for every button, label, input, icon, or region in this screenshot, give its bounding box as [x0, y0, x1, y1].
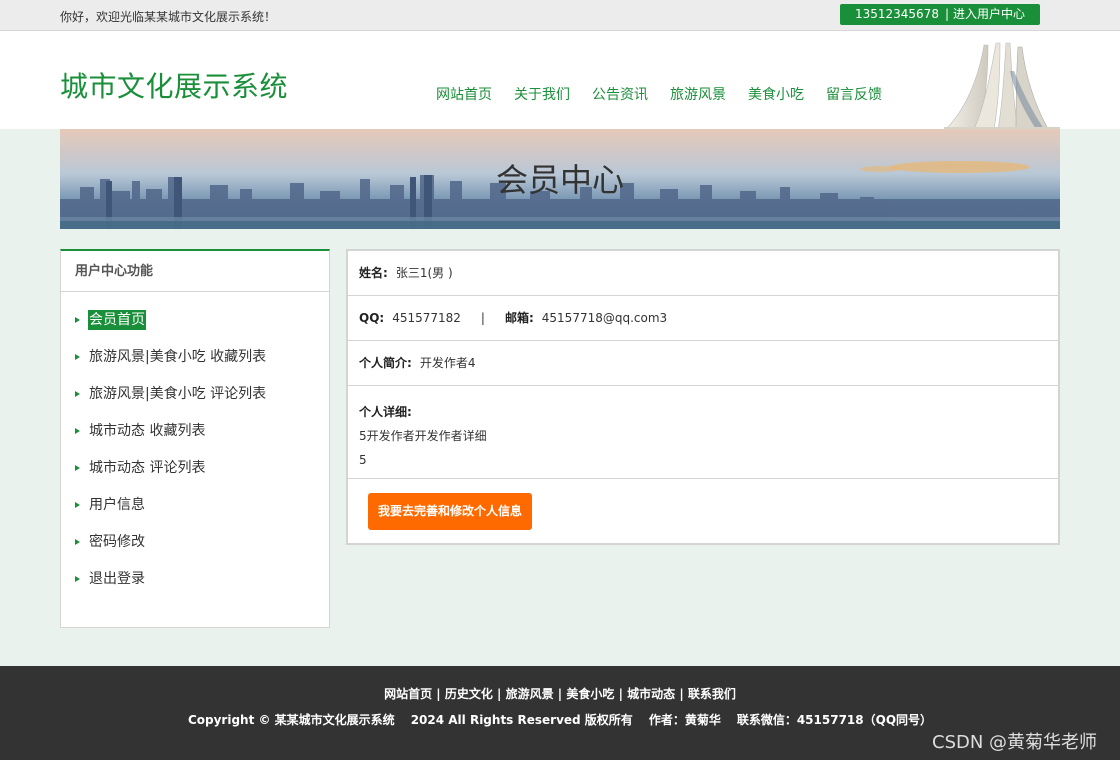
phone-number: 13512345678 — [854, 7, 939, 21]
top-bar: 你好，欢迎光临某某城市文化展示系统！ 13512345678 | 进入用户中心 — [0, 0, 1120, 31]
sidebar-item-change-password[interactable]: 密码修改 — [61, 532, 329, 569]
arrow-icon — [75, 539, 80, 545]
profile-panel: 姓名: 张三1(男 ) QQ: 451577182 | 邮箱: 45157718@qq.c… — [346, 249, 1060, 545]
sidebar-item-logout[interactable]: 退出登录 — [61, 569, 329, 606]
nav-home[interactable]: 网站首页 — [436, 84, 492, 104]
site-header: 城市文化展示系统 网站首页 关于我们 公告资讯 旅游风景 美食小吃 留言反馈 — [0, 31, 1120, 129]
footer-links: 网站首页 | 历史文化 | 旅游风景 | 美食小吃 | 城市动态 | 联系我们 — [384, 687, 736, 701]
sidebar-item-member-home[interactable]: 会员首页 — [61, 310, 329, 347]
arrow-icon — [75, 465, 80, 471]
user-center-sidebar: 用户中心功能 会员首页 旅游风景|美食小吃 收藏列表 旅游风景|美食小吃 评论列… — [60, 249, 330, 628]
detail-line-1: 5开发作者开发作者详细 — [359, 429, 487, 443]
banner-title: 会员中心 — [495, 161, 624, 199]
nav-food[interactable]: 美食小吃 — [748, 84, 804, 104]
footer-link-history[interactable]: 历史文化 — [445, 687, 493, 701]
wechat-text: 联系微信：45157718（QQ同号） — [736, 713, 933, 727]
csdn-watermark: CSDN @黄菊华老师 — [932, 732, 1098, 753]
detail-line-2: 5 — [359, 453, 367, 467]
sidebar-item-city-news-comments[interactable]: 城市动态 评论列表 — [61, 458, 329, 495]
rights-text: 2024 All Rights Reserved 版权所有 — [410, 713, 633, 727]
nav-feedback[interactable]: 留言反馈 — [826, 84, 882, 104]
profile-intro-row: 个人简介: 开发作者4 — [348, 341, 1058, 386]
sidebar-item-scenery-food-comments[interactable]: 旅游风景|美食小吃 评论列表 — [61, 384, 329, 421]
sidebar-item-scenery-food-favorites[interactable]: 旅游风景|美食小吃 收藏列表 — [61, 347, 329, 384]
email-value: 45157718@qq.com3 — [541, 311, 668, 325]
arrow-icon — [75, 354, 80, 360]
intro-value: 开发作者4 — [419, 356, 476, 370]
footer-link-food[interactable]: 美食小吃 — [566, 687, 614, 701]
intro-label: 个人简介: — [359, 356, 412, 370]
footer-link-city-news[interactable]: 城市动态 — [627, 687, 675, 701]
site-footer: 网站首页 | 历史文化 | 旅游风景 | 美食小吃 | 城市动态 | 联系我们 … — [0, 666, 1120, 760]
edit-profile-button[interactable]: 我要去完善和修改个人信息 — [368, 493, 532, 530]
nav-news[interactable]: 公告资讯 — [592, 84, 648, 104]
arrow-icon — [75, 391, 80, 397]
footer-link-home[interactable]: 网站首页 — [384, 687, 432, 701]
profile-name-row: 姓名: 张三1(男 ) — [348, 251, 1058, 296]
nav-scenery[interactable]: 旅游风景 — [670, 84, 726, 104]
user-center-label: 进入用户中心 — [953, 7, 1026, 21]
footer-link-scenery[interactable]: 旅游风景 — [506, 687, 554, 701]
name-label: 姓名: — [359, 266, 388, 280]
sidebar-item-user-info[interactable]: 用户信息 — [61, 495, 329, 532]
arrow-icon — [75, 576, 80, 582]
footer-copyright: Copyright © 某某城市文化展示系统 2024 All Rights Re… — [0, 711, 1120, 728]
profile-detail-row: 个人详细: 5开发作者开发作者详细 5 — [348, 386, 1058, 479]
footer-link-contact[interactable]: 联系我们 — [688, 687, 736, 701]
sidebar-menu: 会员首页 旅游风景|美食小吃 收藏列表 旅游风景|美食小吃 评论列表 城市动态 … — [61, 292, 329, 606]
landmark-building-icon — [944, 42, 1060, 129]
qq-label: QQ: — [359, 311, 385, 325]
sidebar-title: 用户中心功能 — [61, 251, 329, 292]
nav-about[interactable]: 关于我们 — [514, 84, 570, 104]
author-text: 作者：黄菊华 — [648, 713, 721, 727]
welcome-text: 你好，欢迎光临某某城市文化展示系统！ — [60, 10, 277, 24]
main-nav: 网站首页 关于我们 公告资讯 旅游风景 美食小吃 留言反馈 — [436, 84, 904, 104]
user-center-button[interactable]: 13512345678 | 进入用户中心 — [840, 4, 1040, 25]
arrow-icon — [75, 317, 80, 323]
arrow-icon — [75, 502, 80, 508]
sidebar-item-city-news-favorites[interactable]: 城市动态 收藏列表 — [61, 421, 329, 458]
contact-divider: | — [480, 311, 485, 325]
detail-label: 个人详细: — [359, 405, 412, 419]
name-value: 张三1(男 ) — [395, 266, 453, 280]
email-label: 邮箱: — [504, 311, 534, 325]
arrow-icon — [75, 428, 80, 434]
site-logo[interactable]: 城市文化展示系统 — [60, 65, 288, 105]
qq-value: 451577182 — [392, 311, 461, 325]
profile-contact-row: QQ: 451577182 | 邮箱: 45157718@qq.com3 — [348, 296, 1058, 341]
page-banner: 会员中心 — [60, 129, 1060, 229]
copyright-text: Copyright © 某某城市文化展示系统 — [187, 713, 395, 727]
